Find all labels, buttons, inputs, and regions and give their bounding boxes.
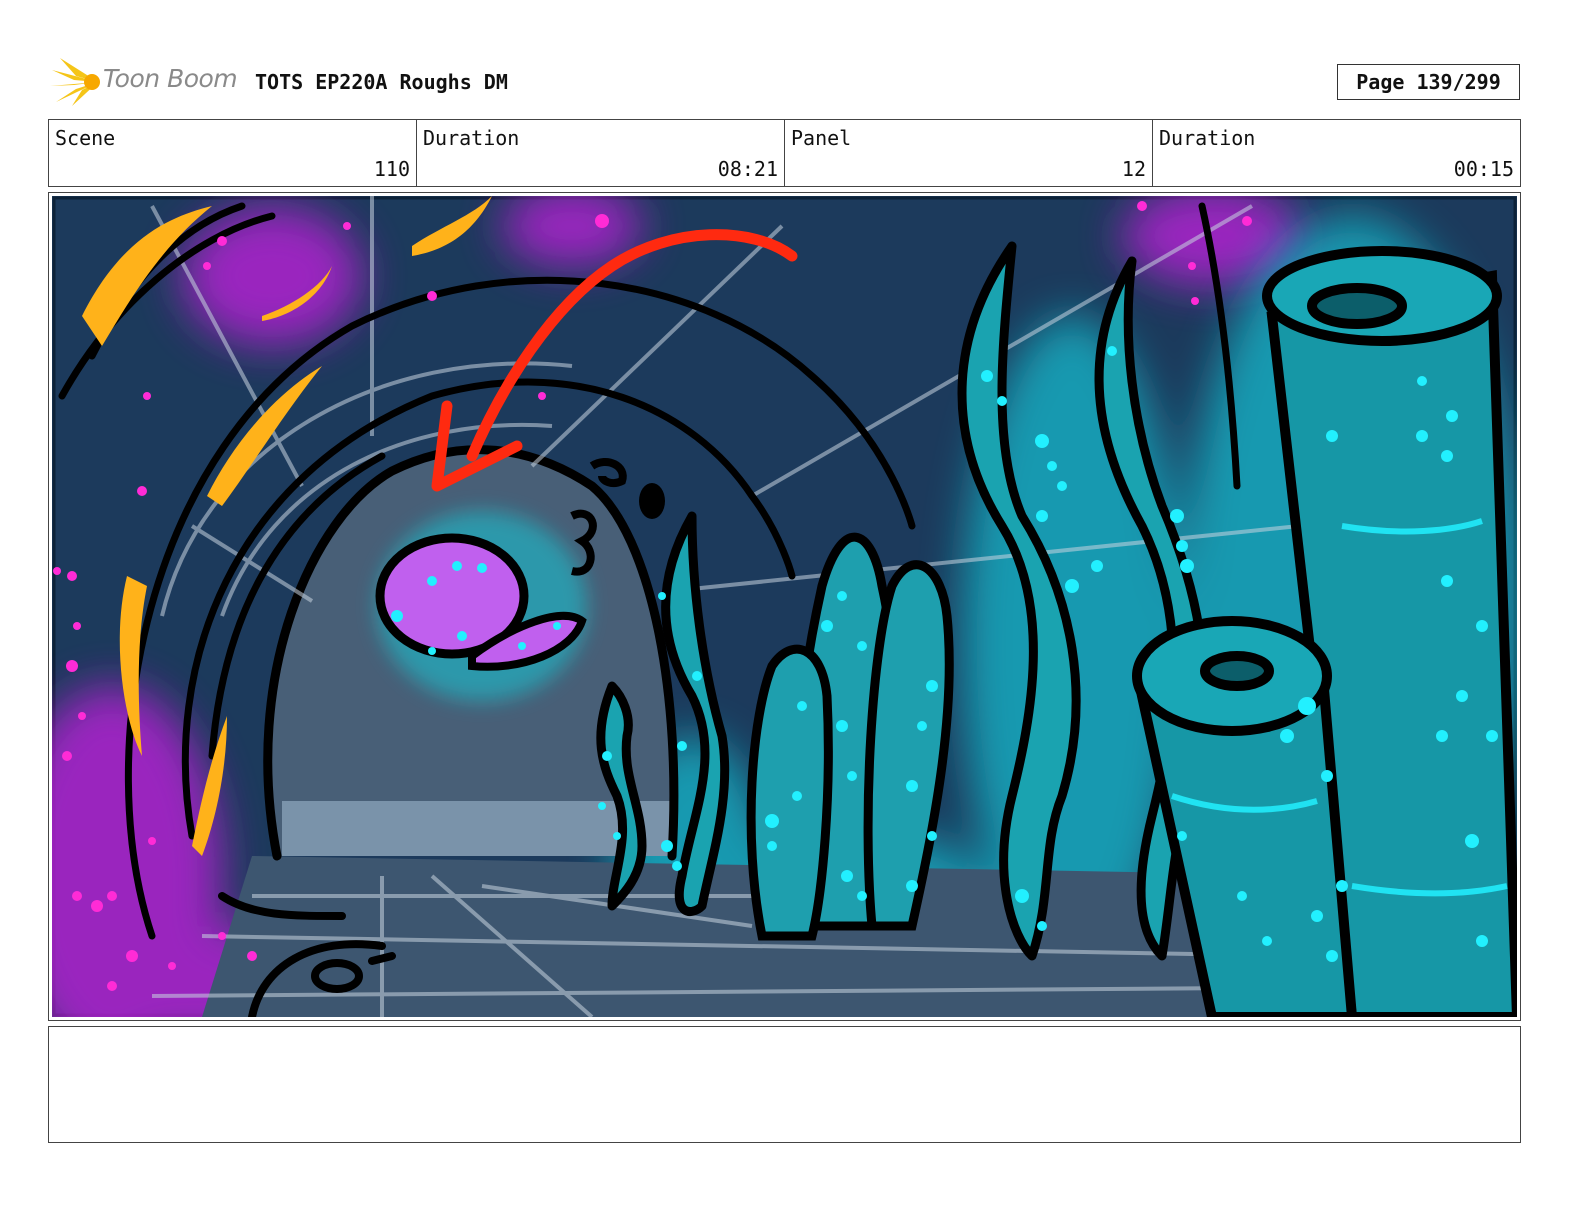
toon-boom-logo: Toon Boom — [50, 56, 240, 108]
scene-label: Scene — [55, 126, 116, 150]
document-title: TOTS EP220A Roughs DM — [255, 70, 508, 94]
scene-info-row: Scene 110 Duration 08:21 Panel 12 Durati… — [48, 119, 1521, 187]
scene-duration-cell: Duration 08:21 — [417, 120, 785, 186]
panel-notes — [48, 1026, 1521, 1143]
scene-duration-value: 08:21 — [717, 157, 778, 181]
page-number: Page 139/299 — [1337, 64, 1520, 100]
panel-artwork — [52, 196, 1517, 1017]
logo-text: Toon Boom — [103, 64, 238, 93]
scene-value: 110 — [373, 157, 410, 181]
panel-duration-value: 00:15 — [1453, 157, 1514, 181]
panel-duration-label: Duration — [1159, 126, 1256, 150]
panel-value: 12 — [1121, 157, 1146, 181]
toon-boom-starburst-icon — [50, 58, 100, 106]
panel-cell: Panel 12 — [785, 120, 1153, 186]
panel-label: Panel — [791, 126, 852, 150]
scene-cell: Scene 110 — [49, 120, 417, 186]
scene-duration-label: Duration — [423, 126, 520, 150]
storyboard-panel — [48, 192, 1521, 1021]
panel-duration-cell: Duration 00:15 — [1153, 120, 1520, 186]
